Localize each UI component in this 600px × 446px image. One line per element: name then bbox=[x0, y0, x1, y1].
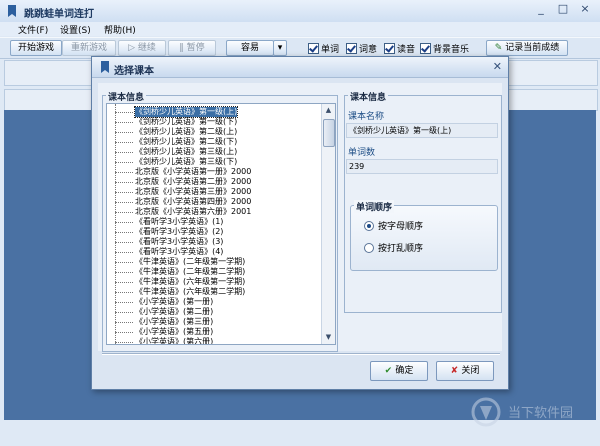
title-bar: 跳跳蛙单词连打 _ □ × bbox=[0, 0, 600, 23]
dialog-title-bar[interactable]: 选择课本 ✕ bbox=[92, 57, 508, 78]
check-pronounce[interactable]: 读音 bbox=[384, 42, 415, 55]
scroll-thumb[interactable] bbox=[323, 119, 335, 147]
radio-alphabetical[interactable] bbox=[364, 220, 374, 231]
chevron-down-icon[interactable]: ▾ bbox=[273, 40, 287, 56]
tree-item[interactable]: 《小学英语》(第六册) bbox=[135, 337, 213, 344]
tree-item[interactable]: 《剑桥少儿英语》第一级(上) bbox=[133, 106, 239, 118]
scroll-up-icon[interactable]: ▲ bbox=[323, 105, 334, 116]
tree-item[interactable]: 《看听学3小学英语》(1) bbox=[135, 217, 223, 227]
tree-item[interactable]: 《小学英语》(第五册) bbox=[135, 327, 213, 337]
word-order-group bbox=[350, 205, 498, 271]
check-meaning[interactable]: 词意 bbox=[346, 42, 377, 55]
book-list-group-label: 课本信息 bbox=[106, 90, 147, 103]
maximize-button[interactable]: □ bbox=[552, 2, 574, 18]
close-button[interactable]: × bbox=[574, 2, 596, 18]
tree-item[interactable]: 北京版《小学英语第四册》2000 bbox=[135, 197, 251, 207]
choose-textbook-dialog: 选择课本 ✕ 课本信息 《剑桥少儿英语》第一级(上) 《剑桥少儿英语》第一级(下)… bbox=[91, 56, 509, 390]
tree-item[interactable]: 《看听学3小学英语》(2) bbox=[135, 227, 223, 237]
tree-item[interactable]: 《小学英语》(第一册) bbox=[135, 297, 213, 307]
tree-item[interactable]: 《牛津英语》(六年级第二学期) bbox=[135, 287, 245, 297]
tree-item[interactable]: 北京版《小学英语第三册》2000 bbox=[135, 187, 251, 197]
tree-scrollbar[interactable]: ▲ ▼ bbox=[321, 104, 335, 344]
tree-item[interactable]: 《剑桥少儿英语》第三级(下) bbox=[135, 157, 237, 167]
close-icon[interactable]: ✕ bbox=[493, 60, 502, 73]
dialog-separator bbox=[102, 353, 500, 355]
book-name-field: 《剑桥少儿英语》第一级(上) bbox=[346, 123, 498, 138]
menu-settings[interactable]: 设置(S) bbox=[60, 23, 91, 36]
checkbox-music[interactable] bbox=[420, 43, 431, 54]
close-icon: ✘ bbox=[450, 366, 462, 376]
word-order-group-label: 单词顺序 bbox=[354, 200, 395, 213]
tree-item[interactable]: 《牛津英语》(二年级第二学期) bbox=[135, 267, 245, 277]
book-tree[interactable]: 《剑桥少儿英语》第一级(上) 《剑桥少儿英语》第一级(下) 《剑桥少儿英语》第二级(… bbox=[106, 103, 336, 345]
app-icon bbox=[101, 61, 109, 73]
app-icon bbox=[8, 5, 16, 17]
pause-button[interactable]: ‖ 暂停 bbox=[168, 40, 216, 56]
book-info-group-label: 课本信息 bbox=[348, 90, 389, 103]
tree-item[interactable]: 《剑桥少儿英语》第二级(下) bbox=[135, 137, 237, 147]
menu-bar: 文件(F) 设置(S) 帮助(H) bbox=[0, 22, 600, 36]
tree-item[interactable]: 北京版《小学英语第一册》2000 bbox=[135, 167, 251, 177]
menu-file[interactable]: 文件(F) bbox=[18, 23, 48, 36]
restart-game-button[interactable]: 重新游戏 bbox=[62, 40, 116, 56]
pause-icon: ‖ bbox=[179, 43, 187, 53]
tree-item[interactable]: 北京版《小学英语第二册》2000 bbox=[135, 177, 251, 187]
start-game-button[interactable]: 开始游戏 bbox=[10, 40, 62, 56]
play-icon: ▷ bbox=[128, 43, 138, 53]
check-word[interactable]: 单词 bbox=[308, 42, 339, 55]
tree-item[interactable]: 《剑桥少儿英语》第二级(上) bbox=[135, 127, 237, 137]
checkbox-pronounce[interactable] bbox=[384, 43, 395, 54]
status-bar bbox=[0, 428, 600, 446]
check-music[interactable]: 背景音乐 bbox=[420, 42, 469, 55]
menu-help[interactable]: 帮助(H) bbox=[104, 23, 136, 36]
pencil-icon: ✎ bbox=[494, 43, 506, 53]
word-count-label: 单词数 bbox=[348, 148, 376, 158]
tree-item[interactable]: 《剑桥少儿英语》第三级(上) bbox=[135, 147, 237, 157]
order-shuffled[interactable]: 按打乱顺序 bbox=[364, 241, 423, 254]
dialog-title: 选择课本 bbox=[114, 66, 154, 77]
watermark-text: 当下软件园 bbox=[508, 406, 573, 421]
scroll-down-icon[interactable]: ▼ bbox=[323, 332, 334, 343]
checkbox-word[interactable] bbox=[308, 43, 319, 54]
watermark-logo: 当下软件园 bbox=[471, 397, 573, 427]
window-title: 跳跳蛙单词连打 bbox=[24, 9, 94, 20]
checkbox-meaning[interactable] bbox=[346, 43, 357, 54]
continue-button[interactable]: ▷ 继续 bbox=[118, 40, 166, 56]
tree-item[interactable]: 《小学英语》(第二册) bbox=[135, 307, 213, 317]
word-count-field: 239 bbox=[346, 159, 498, 174]
tree-item[interactable]: 《牛津英语》(二年级第一学期) bbox=[135, 257, 245, 267]
tree-item[interactable]: 北京版《小学英语第六册》2001 bbox=[135, 207, 251, 217]
order-alphabetical[interactable]: 按字母顺序 bbox=[364, 219, 423, 232]
record-score-button[interactable]: ✎ 记录当前成绩 bbox=[486, 40, 568, 56]
tree-item[interactable]: 《剑桥少儿英语》第一级(下) bbox=[135, 117, 237, 127]
minimize-button[interactable]: _ bbox=[530, 2, 552, 18]
check-icon: ✔ bbox=[384, 366, 396, 376]
tree-item[interactable]: 《看听学3小学英语》(4) bbox=[135, 247, 223, 257]
tree-item[interactable]: 《小学英语》(第三册) bbox=[135, 317, 213, 327]
tree-item[interactable]: 《牛津英语》(六年级第一学期) bbox=[135, 277, 245, 287]
radio-shuffled[interactable] bbox=[364, 242, 374, 253]
book-name-label: 课本名称 bbox=[348, 112, 385, 122]
ok-button[interactable]: ✔ 确定 bbox=[370, 361, 428, 381]
tree-item[interactable]: 《看听学3小学英语》(3) bbox=[135, 237, 223, 247]
difficulty-select[interactable]: 容易 bbox=[226, 40, 274, 56]
close-dialog-button[interactable]: ✘ 关闭 bbox=[436, 361, 494, 381]
